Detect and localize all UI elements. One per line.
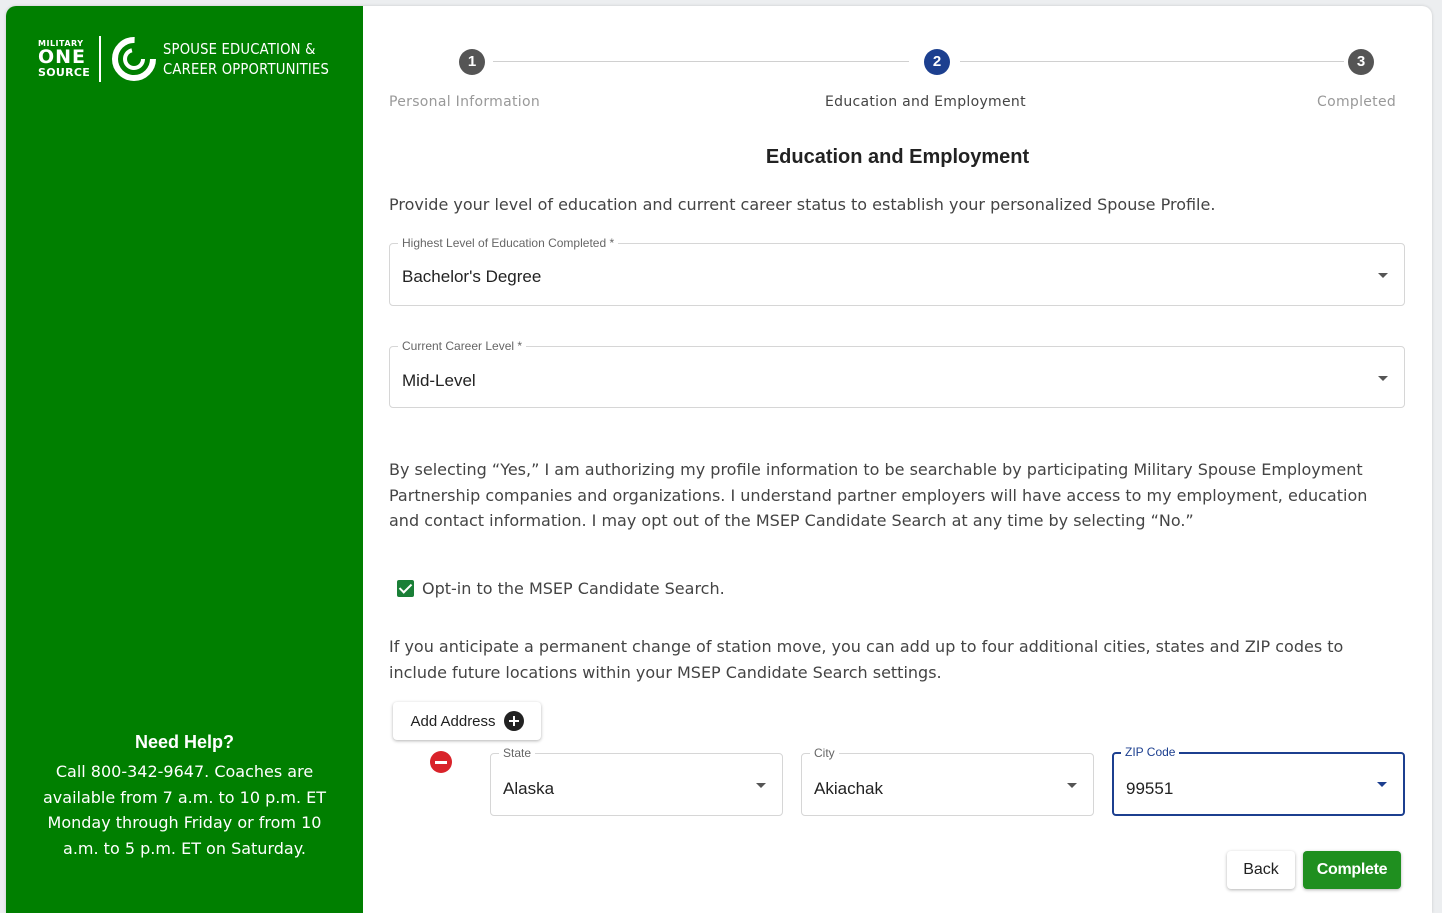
city-select[interactable]: City Akiachak (801, 746, 1094, 816)
logo-source-text: SOURCE (38, 66, 91, 79)
complete-button[interactable]: Complete (1303, 851, 1401, 889)
career-level-select[interactable]: Current Career Level * Mid-Level (389, 339, 1405, 408)
step-2-label: Education and Employment (825, 94, 1026, 110)
pcs-text: If you anticipate a permanent change of … (389, 637, 1344, 682)
intro-text: Provide your level of education and curr… (389, 195, 1216, 214)
step-connector-1 (493, 61, 909, 62)
chevron-down-icon (1378, 273, 1388, 278)
step-1-circle: 1 (459, 49, 485, 75)
seco-ring-icon (112, 37, 157, 81)
step-3-circle: 3 (1348, 49, 1374, 75)
app-card: MILITARY ONE SOURCE Spouse Education & C… (6, 6, 1432, 913)
consent-text: By selecting “Yes,” I am authorizing my … (389, 460, 1368, 530)
chevron-down-icon (756, 783, 766, 788)
state-label: State (499, 746, 536, 760)
program-name-line2: Career Opportunities (163, 60, 330, 78)
logo-divider (99, 36, 102, 82)
optin-label[interactable]: Opt-in to the MSEP Candidate Search. (422, 579, 725, 598)
help-box: Need Help? Call 800-342-9647. Coaches ar… (6, 732, 363, 861)
stepper: 1 2 3 Personal Information Education and… (363, 6, 1432, 126)
add-address-button[interactable]: Add Address (393, 702, 541, 740)
chevron-down-icon (1377, 782, 1387, 787)
program-name-line1: Spouse Education & (163, 40, 316, 58)
education-label: Highest Level of Education Completed * (398, 236, 619, 250)
zip-code-select[interactable]: ZIP Code 99551 (1112, 745, 1405, 816)
step-2-circle: 2 (924, 49, 950, 75)
logo-one-text: ONE (38, 46, 87, 68)
step-connector-2 (960, 61, 1344, 62)
city-value: Akiachak (814, 779, 883, 798)
step-1-label: Personal Information (389, 94, 541, 110)
career-level-value: Mid-Level (402, 371, 476, 390)
help-title: Need Help? (134, 732, 235, 752)
state-value: Alaska (503, 779, 555, 798)
optin-row[interactable]: Opt-in to the MSEP Candidate Search. (397, 579, 725, 598)
education-value: Bachelor's Degree (402, 267, 542, 286)
program-name: Spouse Education & Career Opportunities (163, 39, 329, 79)
career-level-label: Current Career Level * (398, 339, 527, 353)
main-content: 1 2 3 Personal Information Education and… (363, 6, 1432, 913)
step-3-label: Completed (1317, 94, 1397, 110)
section-title: Education and Employment (765, 146, 1030, 168)
optin-checkbox[interactable] (397, 580, 414, 597)
back-button[interactable]: Back (1227, 851, 1295, 889)
chevron-down-icon (1378, 376, 1388, 381)
chevron-down-icon (1067, 783, 1077, 788)
military-onesource-logo: MILITARY ONE SOURCE (38, 40, 91, 79)
plus-circle-icon (503, 711, 524, 731)
education-select[interactable]: Highest Level of Education Completed * B… (389, 236, 1405, 306)
logo: MILITARY ONE SOURCE Spouse Education & C… (38, 36, 352, 82)
sidebar: MILITARY ONE SOURCE Spouse Education & C… (6, 6, 363, 913)
state-select[interactable]: State Alaska (490, 746, 783, 816)
remove-address-icon[interactable] (430, 751, 452, 773)
zip-code-value: 99551 (1126, 779, 1174, 798)
add-address-label: Add Address (410, 712, 496, 730)
zip-code-label: ZIP Code (1121, 745, 1180, 759)
city-label: City (810, 746, 839, 760)
help-body: Call 800-342-9647. Coaches are available… (42, 762, 326, 858)
